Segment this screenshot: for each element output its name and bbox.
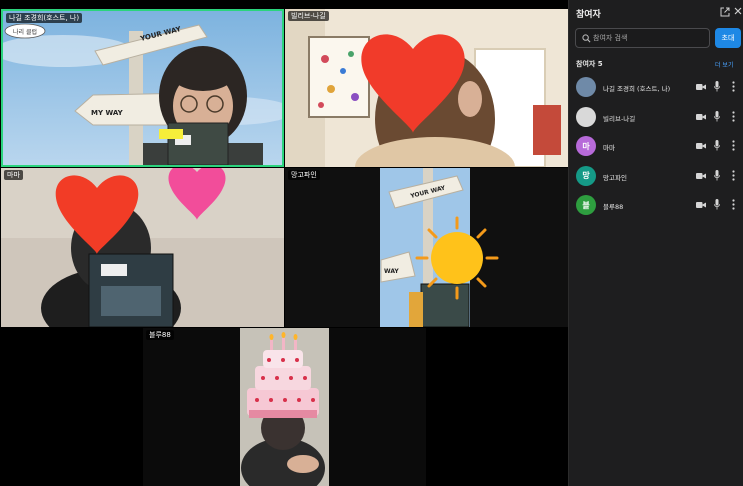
club-overlay-text: 나리 클럽 [13,28,37,36]
billeve-video-feed [285,9,568,167]
avatar: 블 [576,195,596,215]
participant-row[interactable]: 빌리브-나길 [569,104,743,130]
more-options-icon[interactable] [732,110,735,122]
participant-row[interactable]: 마 마마 [569,133,743,159]
participants-panel: 참여자 초대 참여자 5 더 보기 나길 조경희 (호스트, 나) 빌리브-나길마… [568,0,743,486]
see-more-link[interactable]: 더 보기 [715,60,733,69]
more-options-icon[interactable] [732,199,735,210]
participant-name: 빌리브-나길 [603,114,636,123]
more-options-icon[interactable] [732,81,735,92]
camera-icon[interactable] [696,83,706,91]
video-tile-blue88[interactable]: 블루88 [143,328,426,486]
mango-video-feed: YOUR WAY WAY [285,168,568,327]
my-way-sign-text: MY WAY [91,109,124,117]
participant-row[interactable]: 블 블루88 [569,192,743,218]
camera-icon[interactable] [696,201,706,209]
invite-button[interactable]: 초대 [715,28,741,48]
participants-count-header: 참여자 5 [576,60,603,68]
participant-search-box[interactable] [575,28,710,48]
video-grid: YOUR WAY MY WAY 나리 클럽 나길 조경희(호스트, 나) 빌리브… [0,0,568,486]
tile-name-label: 나길 조경희(호스트, 나) [6,13,83,23]
participant-name: 블루88 [603,203,624,211]
avatar: 망 [576,165,596,186]
tile-name-label: 마마 [4,170,23,180]
search-icon [582,34,591,43]
video-tile-billeve[interactable]: 빌리브-나길 [285,9,568,167]
microphone-icon[interactable] [714,199,720,210]
more-options-icon[interactable] [732,140,735,151]
tile-name-label: 블루88 [146,330,174,340]
participant-row[interactable]: 망 망고파인 [569,163,743,189]
panel-title: 참여자 [576,10,601,20]
participant-search-input[interactable] [593,31,705,45]
blue88-video-feed [143,328,426,486]
more-options-icon[interactable] [732,169,735,181]
way-sign-text: WAY [384,268,399,275]
close-icon[interactable] [733,6,743,16]
camera-icon[interactable] [696,142,706,150]
camera-icon[interactable] [696,113,706,121]
avatar [576,77,596,97]
microphone-icon[interactable] [714,110,720,122]
avatar [576,106,596,127]
microphone-icon[interactable] [714,169,720,181]
microphone-icon[interactable] [714,140,720,151]
camera-icon[interactable] [696,172,706,180]
microphone-icon[interactable] [714,81,720,92]
participant-name: 망고파인 [603,173,627,182]
host-video-feed: YOUR WAY MY WAY 나리 클럽 [3,11,282,165]
popout-icon[interactable] [720,7,730,17]
mama-video-feed [1,168,284,327]
video-tile-mama[interactable]: 마마 [1,168,284,327]
participant-name: 마마 [603,144,615,152]
participant-name: 나길 조경희 (호스트, 나) [603,85,671,93]
participant-row[interactable]: 나길 조경희 (호스트, 나) [569,74,743,100]
video-tile-mango[interactable]: YOUR WAY WAY 망고파인 [285,168,568,327]
tile-name-label: 망고파인 [288,170,320,180]
tile-name-label: 빌리브-나길 [288,11,329,21]
avatar: 마 [576,136,596,156]
video-tile-host[interactable]: YOUR WAY MY WAY 나리 클럽 나길 조경희(호스트, 나) [1,9,284,167]
